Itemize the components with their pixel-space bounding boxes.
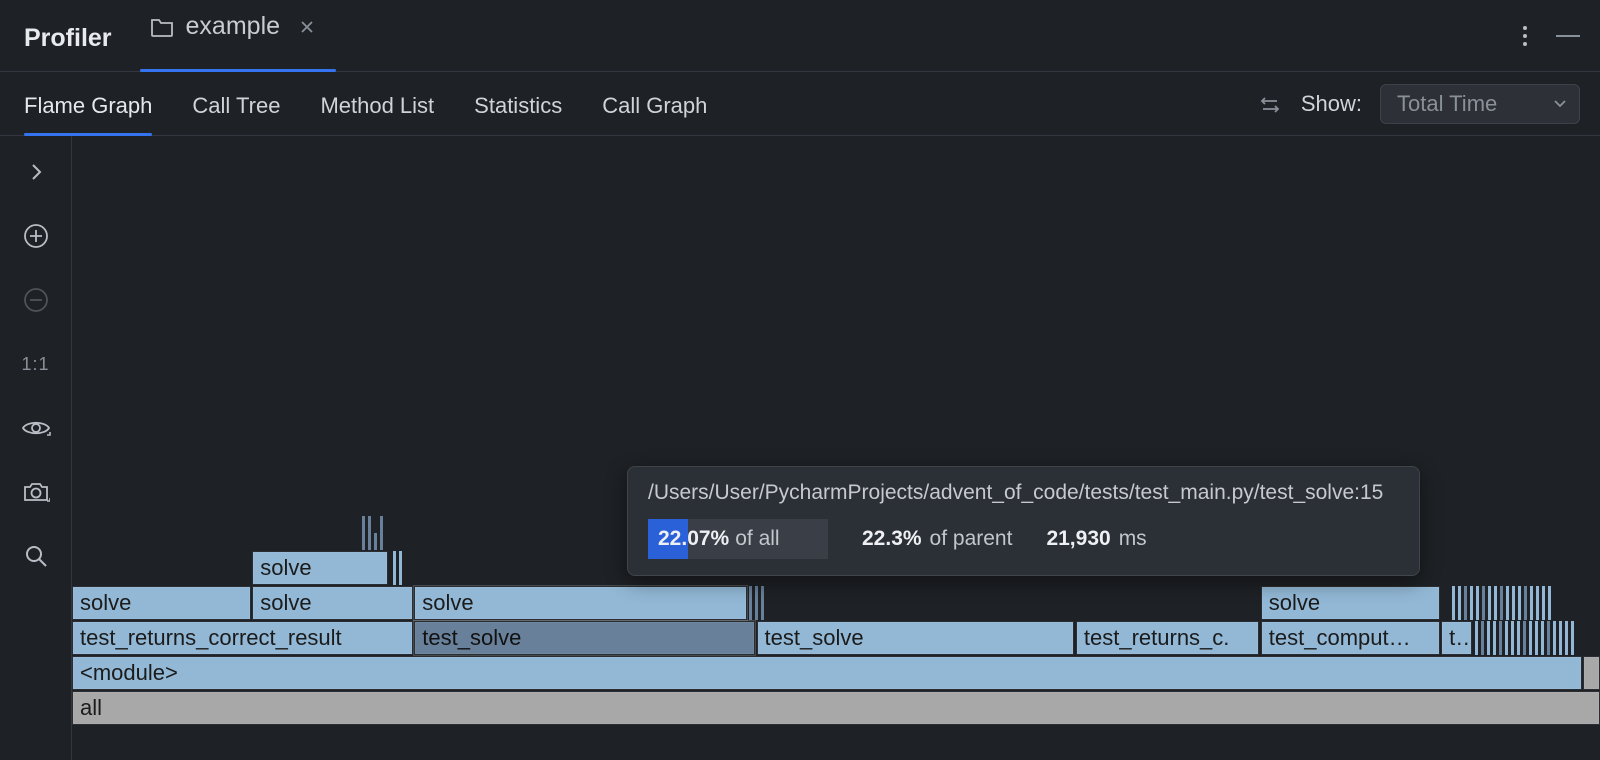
- reset-zoom-icon[interactable]: 1:1: [16, 344, 56, 384]
- tab-method-list[interactable]: Method List: [320, 72, 434, 135]
- tooltip-ms: 21,930 ms: [1046, 527, 1146, 551]
- flame-block-solve-top[interactable]: solve: [252, 551, 388, 585]
- flame-block-test-0[interactable]: test_returns_correct_result: [72, 621, 413, 655]
- header-right: [1522, 24, 1580, 48]
- flame-block-test-3[interactable]: test_returns_c.: [1076, 621, 1259, 655]
- tool-title: Profiler: [20, 24, 140, 71]
- flame-row-3: solve solve solve solve: [72, 586, 1600, 621]
- flame-row-0: all: [72, 691, 1600, 726]
- tab-statistics[interactable]: Statistics: [474, 72, 562, 135]
- tab-call-graph[interactable]: Call Graph: [602, 72, 707, 135]
- folder-icon: [150, 16, 174, 38]
- flame-sticks-top-right: [393, 551, 402, 585]
- camera-icon[interactable]: [16, 472, 56, 512]
- close-icon[interactable]: [300, 20, 314, 34]
- frame-tooltip: /Users/User/PycharmProjects/advent_of_co…: [627, 466, 1420, 576]
- flame-block-test-4[interactable]: test_comput…: [1261, 621, 1440, 655]
- main-area: 1:1 solve: [0, 136, 1600, 760]
- project-tab-label: example: [186, 12, 281, 41]
- chevron-right-icon[interactable]: [16, 152, 56, 192]
- zoom-out-icon[interactable]: [16, 280, 56, 320]
- tab-call-tree[interactable]: Call Tree: [192, 72, 280, 135]
- side-rail: 1:1: [0, 136, 72, 760]
- project-tab[interactable]: example: [140, 0, 337, 71]
- flame-sticks-mid: [749, 586, 764, 620]
- tooltip-path: /Users/User/PycharmProjects/advent_of_co…: [648, 481, 1399, 505]
- flame-block-solve-3[interactable]: solve: [1261, 586, 1440, 620]
- flame-block-solve-2[interactable]: solve: [414, 586, 747, 620]
- swap-icon[interactable]: [1257, 91, 1283, 117]
- flame-block-test-1[interactable]: test_solve: [414, 621, 755, 655]
- tooltip-pct-parent-suffix: of parent: [930, 527, 1013, 551]
- tooltip-bar-text: 22.07% of all: [648, 519, 828, 559]
- header-left: Profiler example: [20, 0, 336, 71]
- flame-block-solve-0[interactable]: solve: [72, 586, 251, 620]
- show-dropdown[interactable]: Total Time: [1380, 84, 1580, 124]
- flame-sticks-right-b: [1475, 621, 1574, 655]
- tooltip-stats: 22.07% of all 22.3% of parent 21,930 ms: [648, 519, 1399, 559]
- flame-block-test-5[interactable]: t…: [1441, 621, 1472, 655]
- tooltip-pct-all-suffix: of all: [735, 527, 779, 551]
- views-tabs: Flame Graph Call Tree Method List Statis…: [20, 72, 707, 135]
- more-icon[interactable]: [1522, 24, 1528, 48]
- chevron-down-icon: [1553, 99, 1567, 109]
- flame-canvas[interactable]: solve solve solve solve solve t: [72, 136, 1600, 760]
- flame-row-1: <module>: [72, 656, 1600, 691]
- flame-block-module-tail[interactable]: [1583, 656, 1600, 690]
- eye-icon[interactable]: [16, 408, 56, 448]
- tooltip-pct-parent: 22.3% of parent: [862, 527, 1012, 551]
- zoom-in-icon[interactable]: [16, 216, 56, 256]
- flame-block-test-2[interactable]: test_solve: [757, 621, 1075, 655]
- flame-sticks-right-a: [1452, 586, 1551, 620]
- flame-block-all[interactable]: all: [72, 691, 1600, 725]
- search-icon[interactable]: [16, 536, 56, 576]
- flame-block-solve-1[interactable]: solve: [252, 586, 412, 620]
- tooltip-bar: 22.07% of all: [648, 519, 828, 559]
- views-bar: Flame Graph Call Tree Method List Statis…: [0, 72, 1600, 136]
- show-label: Show:: [1301, 91, 1362, 117]
- minimize-icon[interactable]: [1556, 35, 1580, 37]
- flame-block-module[interactable]: <module>: [72, 656, 1582, 690]
- tooltip-pct-all: 22.07%: [658, 527, 729, 551]
- show-dropdown-value: Total Time: [1397, 91, 1497, 117]
- tooltip-ms-value: 21,930: [1046, 527, 1110, 551]
- tooltip-pct-parent-value: 22.3%: [862, 527, 922, 551]
- header-bar: Profiler example: [0, 0, 1600, 72]
- tooltip-ms-suffix: ms: [1119, 527, 1147, 551]
- flame-sticks-left: [362, 516, 383, 550]
- flame-row-2: test_returns_correct_result test_solve t…: [72, 621, 1600, 656]
- tab-flame-graph[interactable]: Flame Graph: [24, 72, 152, 135]
- views-actions: Show: Total Time: [1257, 84, 1580, 124]
